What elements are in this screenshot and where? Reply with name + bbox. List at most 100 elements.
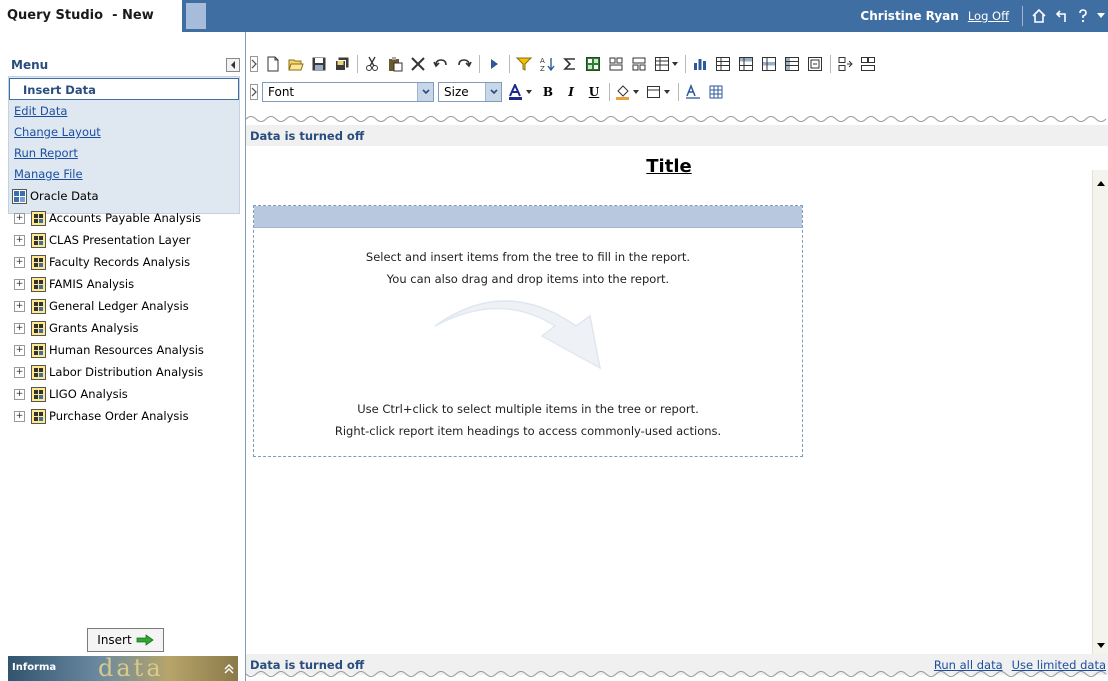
- torn-edge-bottom: [246, 671, 1107, 677]
- format-report-icon[interactable]: [804, 53, 826, 75]
- tree-item-label: FAMIS Analysis: [49, 277, 135, 291]
- tree-item[interactable]: + Accounts Payable Analysis: [8, 207, 246, 229]
- toolbar-separator: [678, 83, 679, 101]
- section-dropdown-icon[interactable]: [651, 53, 681, 75]
- double-chevron-up-icon[interactable]: [224, 664, 234, 674]
- border-style-icon[interactable]: [644, 81, 674, 103]
- expand-icon[interactable]: +: [14, 410, 25, 422]
- tree-item[interactable]: + LIGO Analysis: [8, 383, 246, 405]
- scroll-up-icon[interactable]: [1093, 174, 1108, 191]
- package-icon: [31, 408, 46, 424]
- summarize-icon[interactable]: [559, 53, 581, 75]
- report-title[interactable]: Title: [246, 156, 1092, 177]
- drop-zone-header: [254, 206, 802, 228]
- expand-icon[interactable]: +: [14, 344, 25, 356]
- expand-icon[interactable]: +: [14, 300, 25, 312]
- run-report-icon[interactable]: [483, 53, 505, 75]
- save-icon[interactable]: [308, 53, 330, 75]
- save-as-icon[interactable]: [331, 53, 353, 75]
- expand-icon[interactable]: +: [14, 234, 25, 246]
- cut-icon[interactable]: [361, 53, 383, 75]
- menu-item-change-layout[interactable]: Change Layout: [9, 122, 239, 143]
- arrow-right-icon: [136, 634, 154, 646]
- info-banner-word: data: [98, 656, 164, 681]
- menu-item-run-report[interactable]: Run Report: [9, 143, 239, 164]
- expand-icon[interactable]: +: [14, 212, 25, 224]
- data-status-top: Data is turned off: [246, 125, 1108, 146]
- calculate-icon[interactable]: [582, 53, 604, 75]
- svg-text:Z: Z: [540, 65, 545, 72]
- drop-hint-line: You can also drag and drop items into th…: [386, 272, 670, 286]
- italic-button[interactable]: I: [560, 81, 582, 103]
- insert-button[interactable]: Insert: [87, 628, 164, 652]
- expand-icon[interactable]: +: [14, 278, 25, 290]
- pivot-icon[interactable]: [735, 53, 757, 75]
- format-toolbar: Font Size B I U: [246, 79, 1108, 105]
- toolbar-grip-icon[interactable]: [250, 83, 258, 101]
- page-break-icon[interactable]: [834, 53, 856, 75]
- expand-icon[interactable]: +: [14, 388, 25, 400]
- size-select[interactable]: Size: [438, 82, 502, 102]
- bold-button[interactable]: B: [537, 81, 559, 103]
- grid-icon[interactable]: [705, 81, 727, 103]
- chevron-down-icon: [417, 83, 433, 101]
- toolbar-separator: [479, 55, 480, 73]
- group-icon[interactable]: [605, 53, 627, 75]
- sort-icon[interactable]: AZ: [536, 53, 558, 75]
- tree-item[interactable]: + Faculty Records Analysis: [8, 251, 246, 273]
- report-scrollbar[interactable]: [1092, 170, 1108, 654]
- top-bar: Query Studio - New Christine Ryan Log Of…: [0, 0, 1108, 32]
- home-icon[interactable]: [1028, 5, 1050, 27]
- filter-icon[interactable]: [513, 53, 535, 75]
- menu-item-edit-data[interactable]: Edit Data: [9, 101, 239, 122]
- curved-arrow-icon: [434, 300, 602, 370]
- help-dropdown-icon[interactable]: [1094, 5, 1108, 27]
- font-color-icon[interactable]: [506, 81, 536, 103]
- toolbar-separator: [830, 55, 831, 73]
- expand-icon[interactable]: +: [14, 366, 25, 378]
- text-style-icon[interactable]: [682, 81, 704, 103]
- redo-icon[interactable]: [453, 53, 475, 75]
- report-drop-zone[interactable]: Select and insert items from the tree to…: [253, 205, 803, 457]
- user-name: Christine Ryan: [860, 9, 959, 23]
- background-color-icon[interactable]: [613, 81, 643, 103]
- tree-root[interactable]: Oracle Data: [8, 185, 246, 207]
- tree-item[interactable]: + Labor Distribution Analysis: [8, 361, 246, 383]
- swap-rows-columns-icon[interactable]: [712, 53, 734, 75]
- tree-item-label: Labor Distribution Analysis: [49, 365, 204, 379]
- expand-icon[interactable]: +: [14, 256, 25, 268]
- chart-icon[interactable]: [689, 53, 711, 75]
- tree-item[interactable]: + Purchase Order Analysis: [8, 405, 246, 427]
- tree-item[interactable]: + FAMIS Analysis: [8, 273, 246, 295]
- collapse-group-icon[interactable]: [857, 53, 879, 75]
- header-divider: [1022, 6, 1023, 26]
- collapse-menu-button[interactable]: [226, 58, 240, 72]
- data-status-text: Data is turned off: [250, 128, 365, 143]
- menu-item-insert-data[interactable]: Insert Data: [9, 78, 239, 100]
- delete-icon[interactable]: [407, 53, 429, 75]
- open-folder-icon[interactable]: [285, 53, 307, 75]
- tree-item[interactable]: + CLAS Presentation Layer: [8, 229, 246, 251]
- underline-button[interactable]: U: [583, 81, 605, 103]
- font-select[interactable]: Font: [262, 82, 434, 102]
- title-separator: [186, 3, 206, 29]
- logoff-link[interactable]: Log Off: [968, 9, 1009, 23]
- return-icon[interactable]: [1050, 5, 1072, 27]
- tree-item[interactable]: + General Ledger Analysis: [8, 295, 246, 317]
- menu-item-manage-file[interactable]: Manage File: [9, 164, 239, 185]
- toolbar-grip-icon[interactable]: [250, 55, 258, 73]
- size-select-value: Size: [444, 85, 469, 99]
- paste-icon[interactable]: [384, 53, 406, 75]
- ungroup-icon[interactable]: [628, 53, 650, 75]
- expand-icon[interactable]: +: [14, 322, 25, 334]
- undo-icon[interactable]: [430, 53, 452, 75]
- tree-item[interactable]: + Grants Analysis: [8, 317, 246, 339]
- help-icon[interactable]: [1072, 5, 1094, 27]
- app-title: Query Studio - New: [0, 0, 182, 32]
- new-report-icon[interactable]: [262, 53, 284, 75]
- tree-item[interactable]: + Human Resources Analysis: [8, 339, 246, 361]
- scroll-down-icon[interactable]: [1093, 637, 1108, 654]
- table-layout-icon[interactable]: [758, 53, 780, 75]
- crosstab-icon[interactable]: [781, 53, 803, 75]
- tree-item-label: Accounts Payable Analysis: [49, 211, 202, 225]
